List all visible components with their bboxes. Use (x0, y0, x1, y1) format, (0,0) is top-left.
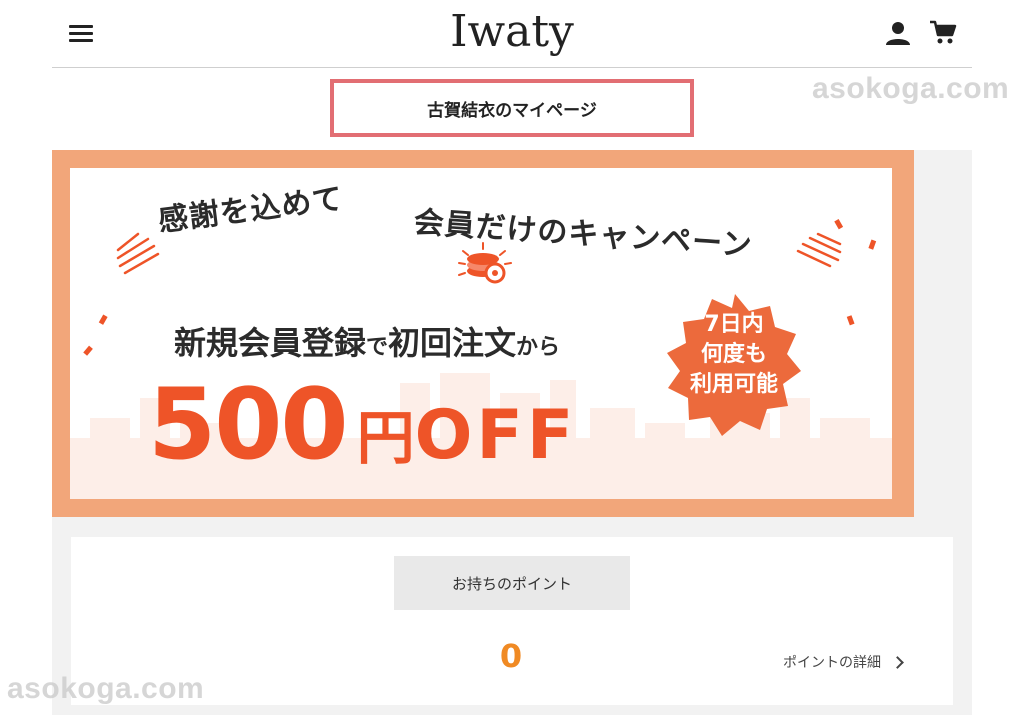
badge-line: 7日内 (704, 312, 764, 337)
user-icon[interactable] (885, 20, 911, 46)
points-detail-label: ポイントの詳細 (783, 655, 881, 671)
offer-amount: 500 (148, 368, 349, 482)
banner-headline: 新規会員登録で初回注文から (174, 318, 560, 364)
page-title: 古賀結衣のマイページ (330, 79, 694, 137)
campaign-banner-content: 感謝を込めて 会員だけのキャンペーン 新規会員登録で初回注文から 500 円OFF… (70, 168, 892, 499)
campaign-banner[interactable]: 感謝を込めて 会員だけのキャンペーン 新規会員登録で初回注文から 500 円OFF… (52, 150, 914, 517)
shopping-cart-icon[interactable] (929, 18, 957, 46)
header-divider (52, 67, 972, 68)
watermark-top: asokoga.com (812, 72, 1010, 105)
points-detail-link[interactable]: ポイントの詳細 (783, 652, 904, 672)
banner-headline-particle: で (366, 335, 389, 360)
offer-off: OFF (414, 396, 578, 475)
badge-line: 利用可能 (689, 372, 778, 397)
banner-headline-part: 初回注文 (388, 324, 517, 362)
watermark-bottom: asokoga.com (7, 672, 205, 705)
site-logo[interactable]: Iwaty (0, 6, 1024, 57)
banner-headline-part: 新規会員登録 (174, 324, 367, 362)
offer-yen: 円 (356, 404, 415, 472)
banner-headline-particle: から (516, 335, 561, 360)
points-label: お持ちのポイント (394, 556, 630, 610)
chevron-right-icon (891, 655, 904, 669)
points-value: 0 (499, 637, 523, 675)
offer-badge: 7日内 何度も 利用可能 (666, 310, 802, 400)
badge-line: 何度も (700, 342, 767, 367)
banner-offer: 500 円OFF (148, 368, 577, 482)
